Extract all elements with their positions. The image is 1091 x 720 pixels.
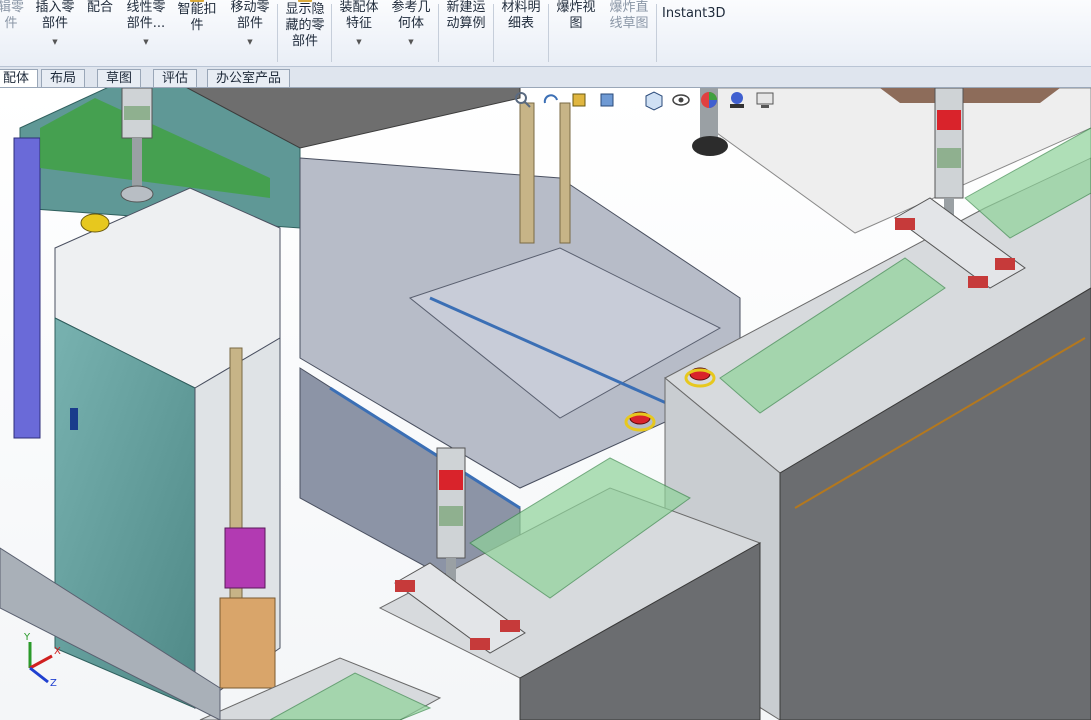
smart-fasteners-button[interactable]: 智能扣 件 — [174, 0, 220, 66]
command-manager-ribbon: 辑零 件 插入零 部件 ▼ 配合 线性零 部件... ▼ 智能扣 件 移动零 部… — [0, 0, 1091, 67]
ribbon-separator — [331, 4, 332, 62]
mate-label: 配合 — [86, 0, 113, 15]
view-orientation-icon[interactable] — [596, 89, 618, 111]
insert-components-button[interactable]: 插入零 部件 ▼ — [32, 0, 78, 66]
view-settings-icon[interactable] — [754, 89, 776, 111]
zoom-icon[interactable] — [512, 89, 534, 111]
smart-fasteners-label: 智能扣 件 — [177, 2, 217, 33]
reference-geometry-button[interactable]: 参考几 何体 ▼ — [387, 0, 435, 66]
assembly-model-view[interactable] — [0, 88, 1091, 720]
edit-component-label: 辑零 件 — [0, 0, 24, 31]
new-motion-study-label: 新建运 动算例 — [446, 0, 486, 31]
dropdown-arrow-icon[interactable]: ▼ — [52, 34, 57, 50]
display-style-icon[interactable] — [642, 89, 664, 111]
show-hidden-components-button[interactable]: 显示隐 藏的零 部件 — [281, 0, 329, 66]
x-axis-label: X — [54, 646, 61, 657]
ribbon-separator — [548, 4, 549, 62]
y-axis-label: Y — [23, 632, 31, 643]
ribbon-separator — [656, 4, 657, 62]
x-axis — [29, 654, 53, 670]
command-tabs: 配体 布局 草图 评估 办公室产品 — [0, 67, 1091, 88]
tab-layout[interactable]: 布局 — [41, 69, 86, 87]
emergency-stop-button — [80, 213, 110, 233]
move-component-button[interactable]: 移动零 部件 ▼ — [226, 0, 274, 66]
dropdown-arrow-icon[interactable]: ▼ — [408, 34, 413, 50]
instant3d-button[interactable]: Instant3D — [662, 6, 726, 21]
assembly-features-label: 装配体 特征 — [339, 0, 379, 31]
z-axis-label: Z — [50, 678, 57, 688]
linear-pattern-label: 线性零 部件... — [126, 0, 166, 31]
tab-assembly[interactable]: 配体 — [0, 69, 39, 87]
assembly-features-button[interactable]: 装配体 特征 ▼ — [335, 0, 383, 66]
dropdown-arrow-icon[interactable]: ▼ — [356, 34, 361, 50]
bill-of-materials-label: 材料明 细表 — [501, 0, 541, 31]
tab-sketch[interactable]: 草图 — [97, 69, 142, 87]
bill-of-materials-button[interactable]: 材料明 细表 — [497, 0, 545, 66]
new-motion-study-button[interactable]: 新建运 动算例 — [442, 0, 490, 66]
coordinate-triad: Y X Z — [8, 628, 68, 689]
scene-icon[interactable] — [726, 89, 748, 111]
blue-side-rail — [13, 137, 41, 439]
insert-components-label: 插入零 部件 — [35, 0, 75, 31]
dropdown-arrow-icon[interactable]: ▼ — [143, 34, 148, 50]
move-component-label: 移动零 部件 — [230, 0, 270, 31]
exploded-view-button[interactable]: 爆炸视 图 — [552, 0, 600, 66]
appearance-icon[interactable] — [698, 89, 720, 111]
linear-pattern-button[interactable]: 线性零 部件... ▼ — [122, 0, 170, 66]
graphics-area[interactable]: Y X Z — [0, 88, 1091, 720]
z-axis — [29, 666, 49, 684]
dropdown-arrow-icon[interactable]: ▼ — [247, 34, 252, 50]
heads-up-view-toolbar — [512, 88, 776, 112]
explode-line-sketch-label: 爆炸直 线草图 — [609, 0, 649, 31]
exploded-view-label: 爆炸视 图 — [556, 0, 596, 31]
explode-line-sketch-button[interactable]: 爆炸直 线草图 — [604, 0, 654, 66]
tab-evaluate[interactable]: 评估 — [153, 69, 198, 87]
ribbon-separator — [438, 4, 439, 62]
edit-component-button[interactable]: 辑零 件 — [0, 0, 26, 66]
tab-office-products[interactable]: 办公室产品 — [207, 69, 291, 87]
mate-button[interactable]: 配合 — [84, 0, 116, 66]
show-hidden-label: 显示隐 藏的零 部件 — [285, 2, 325, 49]
rotate-view-icon[interactable] — [540, 89, 562, 111]
reference-geometry-label: 参考几 何体 — [391, 0, 431, 31]
section-view-icon[interactable] — [568, 89, 590, 111]
ribbon-separator — [277, 4, 278, 62]
ribbon-separator — [493, 4, 494, 62]
hide-show-icon[interactable] — [670, 89, 692, 111]
